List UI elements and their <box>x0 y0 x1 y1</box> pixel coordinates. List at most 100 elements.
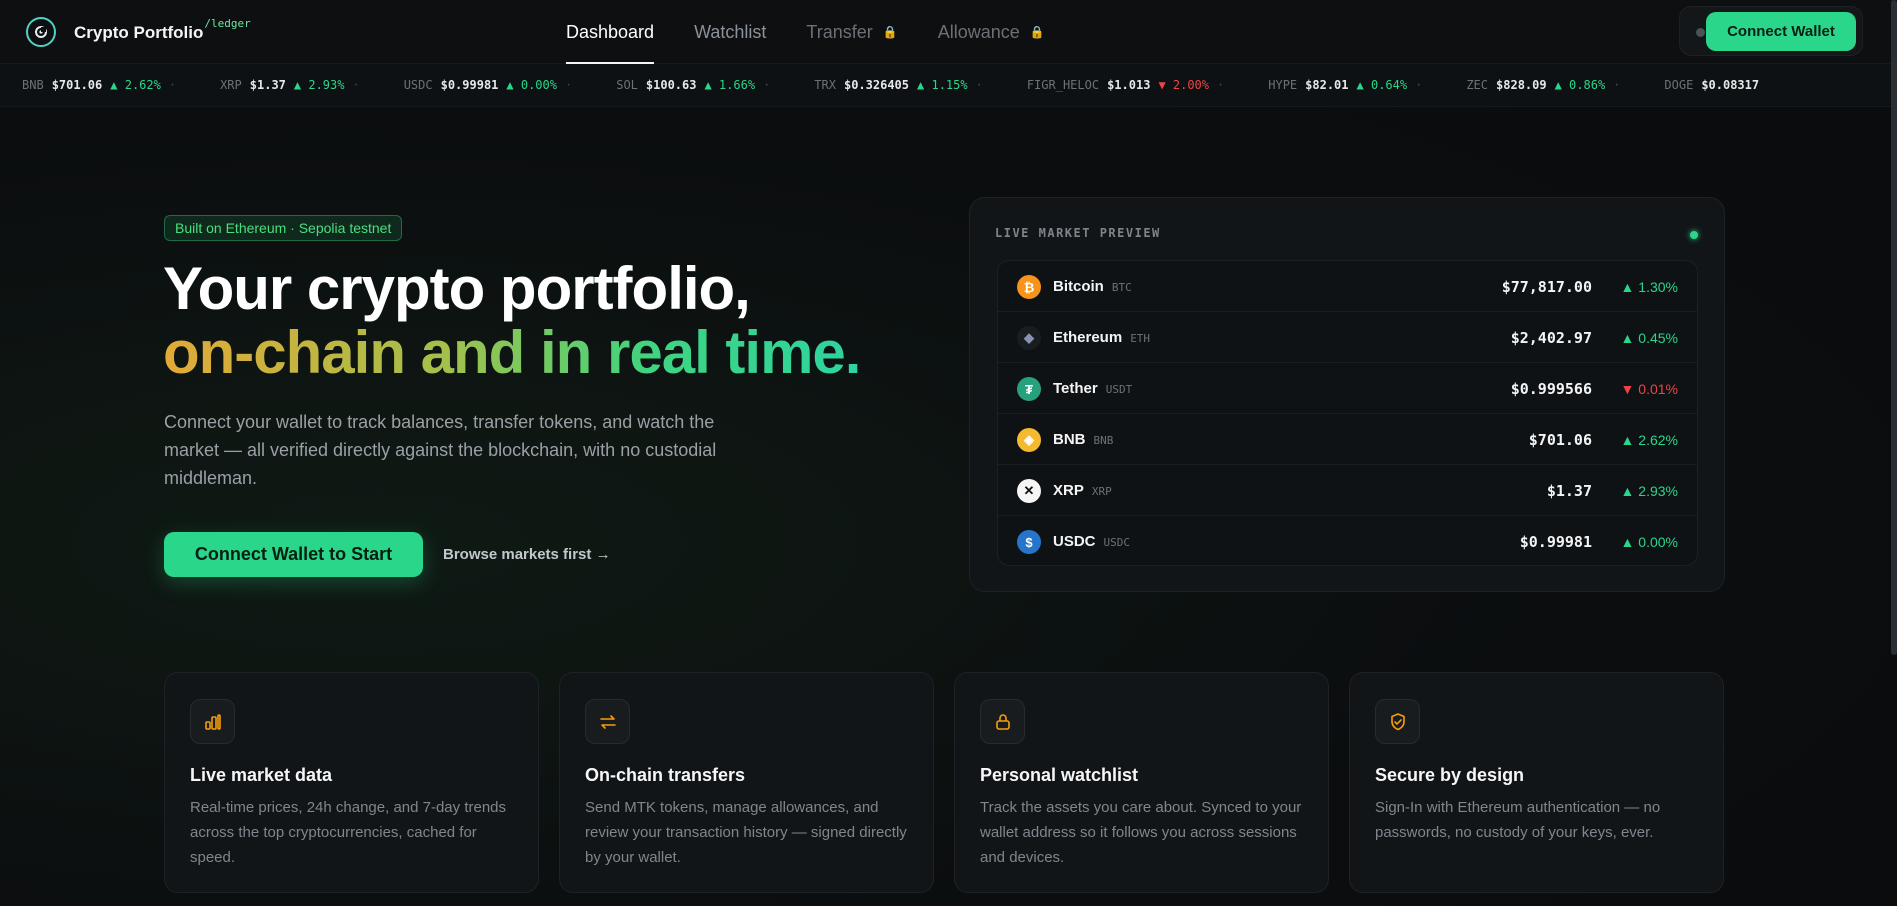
ticker-separator: · <box>975 78 983 92</box>
bnb-icon: ◈ <box>1017 428 1041 452</box>
tab-watchlist[interactable]: Watchlist <box>694 0 766 64</box>
connect-wallet-button[interactable]: Connect Wallet <box>1706 12 1856 51</box>
page-scrollbar[interactable] <box>1891 0 1897 655</box>
top-nav: Crypto Portfolio /ledger Dashboard Watch… <box>0 0 1897 64</box>
ticker-item[interactable]: TRX $0.326405 ▲ 1.15% · <box>814 78 983 92</box>
feature-card-watchlist: Personal watchlist Track the assets you … <box>954 672 1329 893</box>
ticker-symbol: BNB <box>22 78 44 92</box>
coin-symbol: BNB <box>1093 434 1114 447</box>
logo-icon <box>26 17 56 47</box>
feature-card-market: Live market data Real-time prices, 24h c… <box>164 672 539 893</box>
coin-name: Bitcoin BTC <box>1053 278 1132 295</box>
hero-lead: Connect your wallet to track balances, t… <box>164 412 717 488</box>
market-row[interactable]: $ USDC USDC $0.99981 ▲ 0.00% <box>998 516 1697 565</box>
ticker-price: $100.63 <box>645 78 697 92</box>
xrp-icon: ✕ <box>1017 479 1041 503</box>
ticker-separator: · <box>1613 78 1621 92</box>
ticker-separator: · <box>1415 78 1423 92</box>
feature-text: Track the assets you care about. Synced … <box>980 799 1302 866</box>
coin-name: Ethereum ETH <box>1053 329 1151 346</box>
coin-name: Tether USDT <box>1053 380 1133 397</box>
feature-title: Live market data <box>190 765 333 785</box>
ticker-price: $0.99981 <box>440 78 499 92</box>
market-row[interactable]: ◈ BNB BNB $701.06 ▲ 2.62% <box>998 414 1697 465</box>
bitcoin-icon: ₿ <box>1017 275 1041 299</box>
ticker-change: ▲ 0.00% <box>506 78 557 92</box>
market-row[interactable]: ₿ Bitcoin BTC $77,817.00 ▲ 1.30% <box>998 261 1697 312</box>
coin-change: ▲ 0.00% <box>1620 534 1678 550</box>
ticker-symbol: TRX <box>814 78 836 92</box>
ticker-symbol: USDC <box>403 78 433 92</box>
feature-text: Send MTK tokens, manage allowances, and … <box>585 799 907 866</box>
lock-icon: 🔒 <box>1029 25 1045 39</box>
transfer-arrows-icon <box>585 699 630 744</box>
coin-change: ▼ 0.01% <box>1620 381 1678 397</box>
ticker-symbol: FIGR_HELOC <box>1026 78 1100 92</box>
ticker-row: BNB $701.06 ▲ 2.62% · XRP $1.37 ▲ 2.93% · USDC $0… <box>22 78 1767 92</box>
ticker-change: ▲ 0.64% <box>1356 78 1408 92</box>
lock-icon <box>980 699 1025 744</box>
brand-logo[interactable]: Crypto Portfolio /ledger <box>26 17 251 47</box>
ticker-symbol: SOL <box>616 78 638 92</box>
ticker-item[interactable]: HYPE $82.01 ▲ 0.64% · <box>1268 78 1422 92</box>
feature-card-transfers: On-chain transfers Send MTK tokens, mana… <box>559 672 934 893</box>
live-market-preview: LIVE MARKET PREVIEW ₿ Bitcoin BTC $77,817.0… <box>969 197 1725 592</box>
connect-wallet-start-button[interactable]: Connect Wallet to Start <box>164 532 423 577</box>
ethereum-icon: ◆ <box>1017 326 1041 350</box>
feature-text: Real-time prices, 24h change, and 7-day … <box>190 799 507 866</box>
tab-allowance[interactable]: Allowance 🔒 <box>938 0 1045 64</box>
coin-change: ▲ 0.45% <box>1620 330 1678 346</box>
ticker-item[interactable]: SOL $100.63 ▲ 1.66% · <box>616 78 770 92</box>
hero-title-line2: on-chain and in real time. <box>163 319 861 386</box>
market-preview-title: LIVE MARKET PREVIEW <box>995 226 1161 240</box>
hero-title-line1: Your crypto portfolio, <box>163 255 751 322</box>
feature-title: Personal watchlist <box>980 765 1139 785</box>
ticker-price: $1.37 <box>249 78 286 92</box>
market-list: ₿ Bitcoin BTC $77,817.00 ▲ 1.30% ◆ Ethereum ETH… <box>997 260 1698 566</box>
market-row[interactable]: ₮ Tether USDT $0.999566 ▼ 0.01% <box>998 363 1697 414</box>
ticker-separator: · <box>763 78 771 92</box>
coin-symbol: ETH <box>1130 332 1151 345</box>
feature-title: Secure by design <box>1375 765 1525 785</box>
feature-title: On-chain transfers <box>585 765 746 785</box>
coin-price: $0.999566 <box>1510 380 1592 398</box>
price-ticker: BNB $701.06 ▲ 2.62% · XRP $1.37 ▲ 2.93% · USDC $0… <box>0 64 1897 107</box>
ticker-change: ▲ 2.93% <box>293 78 345 92</box>
ticker-price: $0.326405 <box>843 78 910 92</box>
ticker-item[interactable]: BNB $701.06 ▲ 2.62% · <box>22 78 176 92</box>
tab-label: Watchlist <box>694 21 767 42</box>
ticker-price: $1.013 <box>1107 78 1151 92</box>
ticker-symbol: ZEC <box>1466 78 1489 92</box>
market-row[interactable]: ✕ XRP XRP $1.37 ▲ 2.93% <box>998 465 1697 516</box>
ticker-item[interactable]: FIGR_HELOC $1.013 ▼ 2.00% · <box>1027 78 1224 92</box>
ticker-item[interactable]: XRP $1.37 ▲ 2.93% · <box>220 78 360 92</box>
ticker-symbol: XRP <box>220 78 242 92</box>
coin-price: $0.99981 <box>1519 533 1592 551</box>
ticker-separator: · <box>168 78 177 92</box>
wallet-status-dot <box>1696 28 1705 37</box>
market-row[interactable]: ◆ Ethereum ETH $2,402.97 ▲ 0.45% <box>998 312 1697 363</box>
coin-symbol: USDT <box>1105 383 1133 396</box>
live-indicator <box>1690 231 1698 239</box>
coin-name: USDC USDC <box>1053 533 1131 550</box>
tab-transfer[interactable]: Transfer 🔒 <box>806 0 897 64</box>
coin-symbol: USDC <box>1103 536 1131 549</box>
ticker-price: $701.06 <box>51 78 103 92</box>
ticker-item[interactable]: USDC $0.99981 ▲ 0.00% · <box>404 78 573 92</box>
shield-check-icon <box>1375 699 1420 744</box>
bar-chart-icon <box>190 699 235 744</box>
ticker-change: ▲ 2.62% <box>110 78 161 92</box>
ticker-item[interactable]: ZEC $828.09 ▲ 0.86% · <box>1466 78 1620 92</box>
tab-label: Allowance <box>937 21 1020 42</box>
nav-tabs: Dashboard Watchlist Transfer 🔒 Allowance 🔒 <box>566 0 1085 64</box>
ticker-item[interactable]: DOGE $0.08317 <box>1664 78 1767 92</box>
wallet-control: Connect Wallet <box>1679 6 1863 56</box>
browse-markets-link[interactable]: Browse markets first → <box>443 546 611 563</box>
coin-change: ▲ 2.93% <box>1620 483 1678 499</box>
tab-dashboard[interactable]: Dashboard <box>566 0 655 64</box>
ticker-change: ▲ 1.15% <box>917 78 968 92</box>
feature-text: Sign-In with Ethereum authentication — n… <box>1375 799 1661 841</box>
ticker-symbol: DOGE <box>1664 78 1694 92</box>
ticker-separator: · <box>1217 78 1225 92</box>
coin-price: $701.06 <box>1528 431 1592 449</box>
